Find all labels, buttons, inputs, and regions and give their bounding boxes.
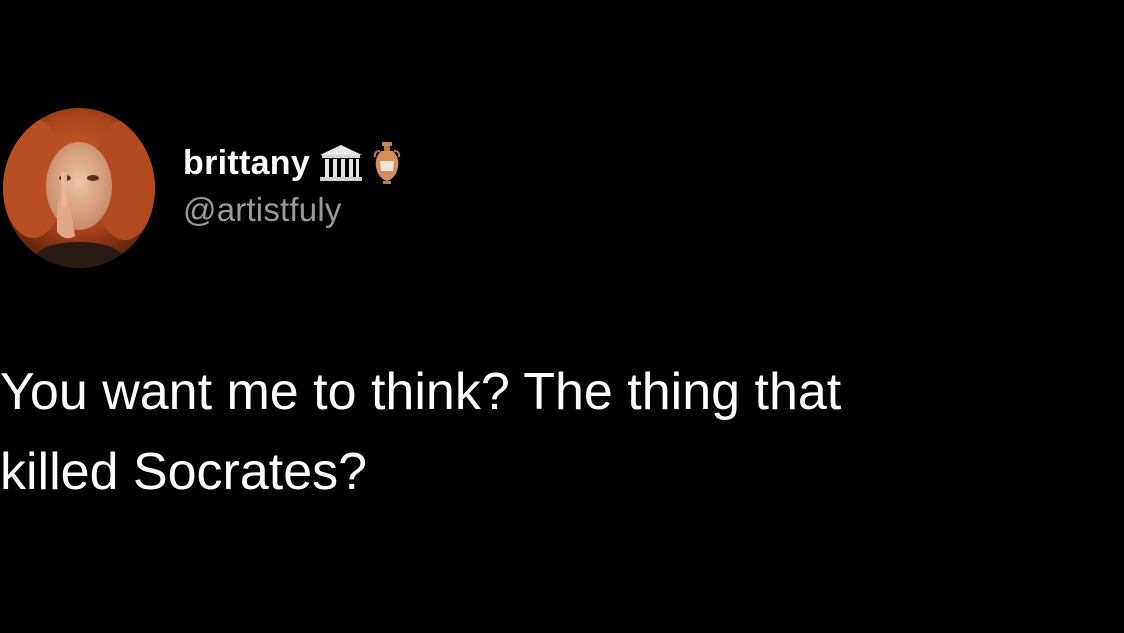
amphora-icon — [372, 141, 402, 185]
avatar-portrait-image — [3, 108, 155, 268]
tweet-card: brittany @artistfuly You want me to thin… — [0, 0, 1124, 633]
author-name-row: brittany — [183, 141, 402, 185]
tweet-text: You want me to think? The thing that kil… — [0, 363, 842, 501]
avatar[interactable] — [3, 108, 155, 268]
tweet-header: brittany @artistfuly — [183, 141, 402, 229]
author-display-name[interactable]: brittany — [183, 144, 310, 183]
classical-building-icon — [318, 143, 364, 183]
author-handle[interactable]: @artistfuly — [183, 191, 402, 229]
